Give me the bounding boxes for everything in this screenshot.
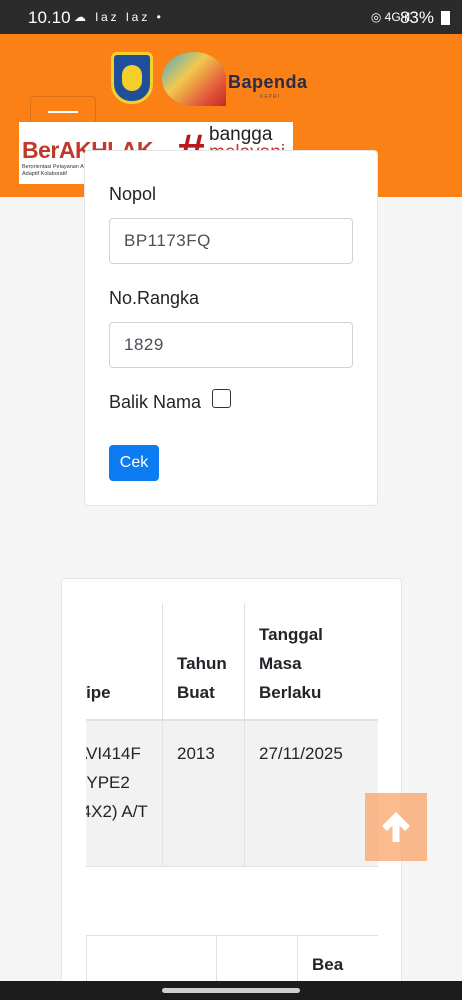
nopol-input[interactable] (109, 218, 353, 264)
battery-icon (441, 11, 450, 25)
scroll-to-top-button[interactable] (365, 793, 427, 861)
balik-nama-label: Balik Nama (109, 392, 202, 412)
arrow-up-icon (382, 812, 410, 842)
header-tipe: Tipe (86, 683, 111, 702)
system-nav-bar (0, 981, 462, 1000)
status-time: 10.10 (28, 8, 71, 27)
column-tahun-buat: Tahun Buat 2013 (163, 603, 245, 867)
rangka-input[interactable] (109, 322, 353, 368)
cell-tipe: AVI414F TYPE2 (4X2) A/T (86, 744, 148, 821)
cell-tanggal-masa-berlaku: 27/11/2025 (259, 744, 343, 763)
table-header-cell: Tanggal Masa Berlaku (245, 603, 378, 721)
nopol-label: Nopol (109, 184, 157, 204)
rangka-label: No.Rangka (109, 288, 200, 308)
status-bar: 10.10 ☁ laz laz • ◎ 4G ıl 83% (0, 0, 462, 34)
cek-button[interactable]: Cek (109, 445, 159, 481)
table-cell: AVI414F TYPE2 (4X2) A/T (86, 721, 162, 867)
table-header-cell: Tipe (86, 603, 162, 721)
second-header-bea: Bea (312, 955, 344, 974)
home-gesture-handle[interactable] (162, 988, 300, 993)
column-tipe: Tipe AVI414F TYPE2 (4X2) A/T (86, 603, 163, 867)
table-header-cell: Tahun Buat (163, 603, 244, 721)
header-tanggal-masa-berlaku: Tanggal Masa Berlaku (259, 625, 323, 702)
bapenda-logo[interactable]: Bapenda KEPRI (160, 46, 328, 110)
menu-icon (48, 111, 78, 113)
notification-icons: ☁ laz laz • (74, 10, 164, 24)
battery-level: 83% (399, 8, 434, 27)
cell-tahun-buat: 2013 (177, 744, 215, 763)
table-cell: 2013 (163, 721, 244, 867)
vehicle-search-form: Nopol No.Rangka Balik Nama Cek (84, 150, 378, 506)
header-tahun-buat: Tahun Buat (177, 654, 227, 702)
bapenda-logo-text: Bapenda (228, 72, 308, 92)
table-cell: 27/11/2025 (245, 721, 378, 867)
bapenda-logo-sub: KEPRI (260, 94, 281, 100)
bapenda-mark-icon (162, 52, 226, 106)
province-emblem-icon (111, 52, 153, 104)
result-card: Tipe AVI414F TYPE2 (4X2) A/T Tahun Buat … (61, 578, 402, 1000)
result-table[interactable]: Tipe AVI414F TYPE2 (4X2) A/T Tahun Buat … (86, 603, 378, 867)
column-tanggal-masa-berlaku: Tanggal Masa Berlaku 27/11/2025 (245, 603, 378, 867)
balik-nama-checkbox[interactable] (212, 389, 231, 408)
